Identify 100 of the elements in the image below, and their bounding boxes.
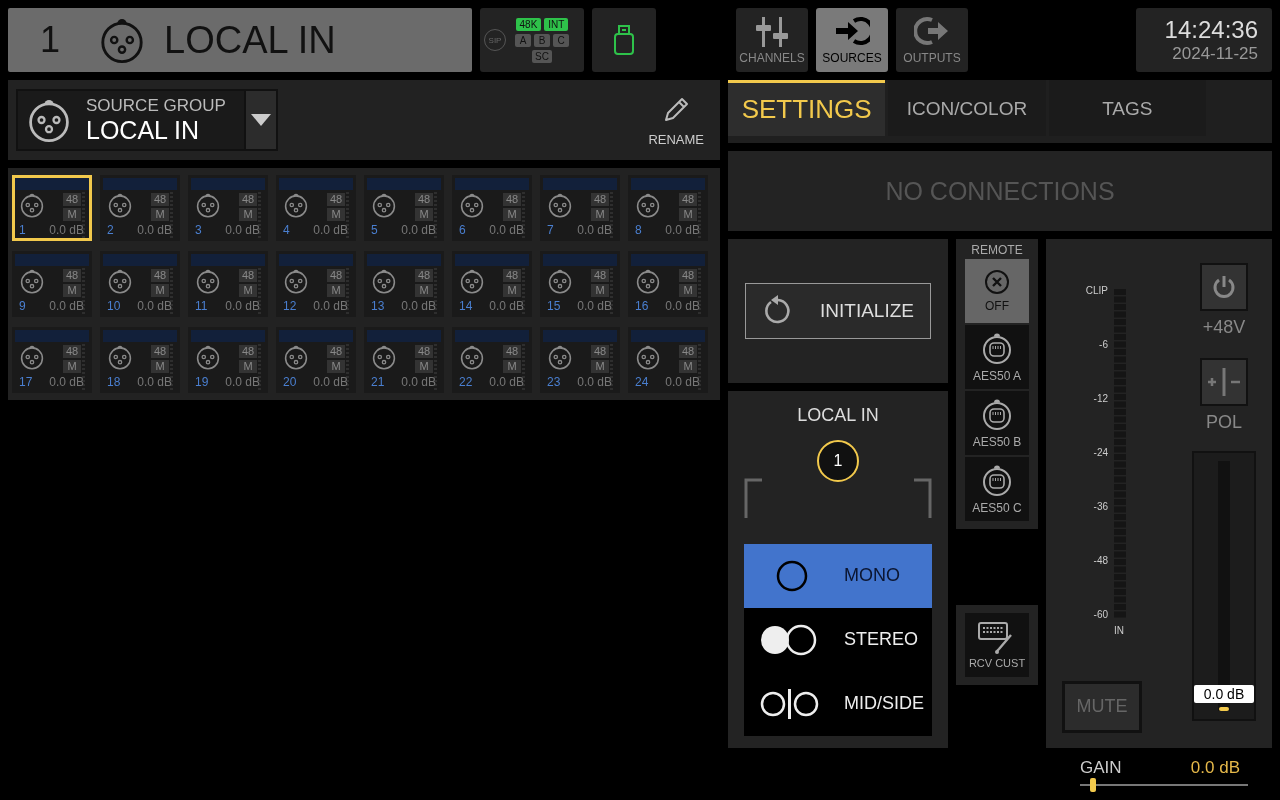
input-number: 3 xyxy=(195,223,203,237)
rcv-cust-button[interactable]: RCV CUST xyxy=(965,612,1029,677)
phantom-badge: 48 xyxy=(151,193,169,206)
tab[interactable]: TAGS xyxy=(1048,79,1206,136)
input-gain: 0.0 dB xyxy=(488,299,525,313)
input-tile[interactable]: 48 M 6 0.0 dB xyxy=(452,175,532,241)
xlr-connector-icon xyxy=(371,192,397,218)
gain-label: GAIN xyxy=(1080,758,1122,778)
phantom-badge: 48 xyxy=(151,269,169,282)
trim-fader[interactable]: 0.0 dB xyxy=(1192,450,1256,721)
rename-button[interactable]: RENAME xyxy=(648,93,712,147)
phantom-badge: 48 xyxy=(415,193,433,206)
input-tile[interactable]: 48 M 13 0.0 dB xyxy=(364,251,444,317)
source-group-dropdown[interactable]: SOURCE GROUP LOCAL IN xyxy=(16,89,246,151)
input-number: 20 xyxy=(283,375,298,389)
remote-title: REMOTE xyxy=(971,242,1023,257)
remote-option[interactable]: OFF xyxy=(965,258,1029,323)
mute-button[interactable]: MUTE xyxy=(1062,680,1142,733)
xlr-connector-icon xyxy=(547,268,573,294)
gain-slider-thumb[interactable] xyxy=(1090,778,1097,792)
input-tile[interactable]: 48 M 8 0.0 dB xyxy=(628,175,708,241)
mode-badge: M xyxy=(327,360,345,373)
input-tile[interactable]: 48 M 9 0.0 dB xyxy=(12,251,92,317)
input-tile[interactable]: 48 M 22 0.0 dB xyxy=(452,327,532,393)
xlr-connector-icon xyxy=(283,192,309,218)
remote-option[interactable]: AES50 C xyxy=(965,456,1029,521)
input-tile[interactable]: 48 M 19 0.0 dB xyxy=(188,327,268,393)
nav-button[interactable]: OUTPUTS xyxy=(896,8,968,72)
power-icon xyxy=(1211,273,1237,300)
input-number: 2 xyxy=(107,223,115,237)
scale-label: CLIP xyxy=(1085,284,1108,296)
polarity-button[interactable] xyxy=(1200,357,1248,406)
usb-stick-icon xyxy=(613,24,635,56)
mode-badge: M xyxy=(591,284,609,297)
clock-time: 14:24:36 xyxy=(1164,15,1258,44)
mode-badge: M xyxy=(591,360,609,373)
mode-option[interactable]: MID/SIDE xyxy=(744,671,932,736)
input-gain: 0.0 dB xyxy=(224,375,261,389)
mode-badge: M xyxy=(151,284,169,297)
mode-option[interactable]: STEREO xyxy=(744,607,932,672)
scale-label: -6 xyxy=(1099,338,1108,350)
scale-label: -24 xyxy=(1093,446,1108,458)
socket-number: 1 xyxy=(833,451,843,470)
mode-badge: M xyxy=(63,208,81,221)
input-tile[interactable]: 48 M 18 0.0 dB xyxy=(100,327,180,393)
phantom-badge: 48 xyxy=(415,269,433,282)
input-tile[interactable]: 48 M 15 0.0 dB xyxy=(540,251,620,317)
remote-option[interactable]: AES50 B xyxy=(965,390,1029,455)
status-badge: A xyxy=(515,33,531,47)
initialize-button[interactable]: INITIALIZE xyxy=(745,282,931,339)
input-tile[interactable]: 48 M 4 0.0 dB xyxy=(276,175,356,241)
xlr-connector-icon xyxy=(19,192,45,218)
fader-thumb[interactable] xyxy=(1219,706,1229,711)
phantom-power-button[interactable] xyxy=(1200,262,1248,311)
xlr-connector-icon xyxy=(98,16,146,64)
tab[interactable]: SETTINGS xyxy=(728,79,886,136)
tab[interactable]: ICON/COLOR xyxy=(888,79,1046,136)
input-tile[interactable]: 48 M 14 0.0 dB xyxy=(452,251,532,317)
input-gain: 0.0 dB xyxy=(136,299,173,313)
input-number: 5 xyxy=(371,223,379,237)
input-tile[interactable]: 48 M 7 0.0 dB xyxy=(540,175,620,241)
input-tile[interactable]: 48 M 12 0.0 dB xyxy=(276,251,356,317)
input-tile[interactable]: 48 M 10 0.0 dB xyxy=(100,251,180,317)
input-number: 9 xyxy=(19,299,27,313)
phantom-badge: 48 xyxy=(503,193,521,206)
mode-option[interactable]: MONO xyxy=(744,543,932,608)
xlr-connector-icon xyxy=(371,268,397,294)
input-gain: 0.0 dB xyxy=(224,299,261,313)
input-tile[interactable]: 48 M 24 0.0 dB xyxy=(628,327,708,393)
xlr-connector-icon xyxy=(547,344,573,370)
status-badge: SC xyxy=(532,49,552,63)
mode-badge: M xyxy=(239,208,257,221)
channel-number: 1 xyxy=(40,19,62,61)
input-tile[interactable]: 48 M 21 0.0 dB xyxy=(364,327,444,393)
input-tile[interactable]: 48 M 17 0.0 dB xyxy=(12,327,92,393)
input-number: 14 xyxy=(459,299,474,313)
dropdown-caret-button[interactable] xyxy=(246,89,278,151)
input-number: 17 xyxy=(19,375,34,389)
mode-badge: M xyxy=(415,208,433,221)
input-tile[interactable]: 48 M 11 0.0 dB xyxy=(188,251,268,317)
nav-button[interactable]: CHANNELS xyxy=(736,8,808,72)
nav-button[interactable]: SOURCES xyxy=(816,8,888,72)
mode-badge: M xyxy=(327,208,345,221)
mode-badge: M xyxy=(63,360,81,373)
input-tile[interactable]: 48 M 1 0.0 dB xyxy=(12,175,92,241)
arrow-into-circle-icon xyxy=(834,14,870,47)
input-tile[interactable]: 48 M 2 0.0 dB xyxy=(100,175,180,241)
scale-label: -36 xyxy=(1093,500,1108,512)
input-tile[interactable]: 48 M 23 0.0 dB xyxy=(540,327,620,393)
xlr-connector-icon xyxy=(19,344,45,370)
input-tile[interactable]: 48 M 5 0.0 dB xyxy=(364,175,444,241)
remote-option[interactable]: AES50 A xyxy=(965,324,1029,389)
xlr-connector-icon xyxy=(459,268,485,294)
input-tile[interactable]: 48 M 3 0.0 dB xyxy=(188,175,268,241)
input-tile[interactable]: 48 M 20 0.0 dB xyxy=(276,327,356,393)
xlr-connector-icon xyxy=(26,97,72,143)
usb-panel[interactable] xyxy=(592,8,656,72)
input-tile[interactable]: 48 M 16 0.0 dB xyxy=(628,251,708,317)
input-number: 15 xyxy=(547,299,562,313)
phantom-badge: 48 xyxy=(327,345,345,358)
